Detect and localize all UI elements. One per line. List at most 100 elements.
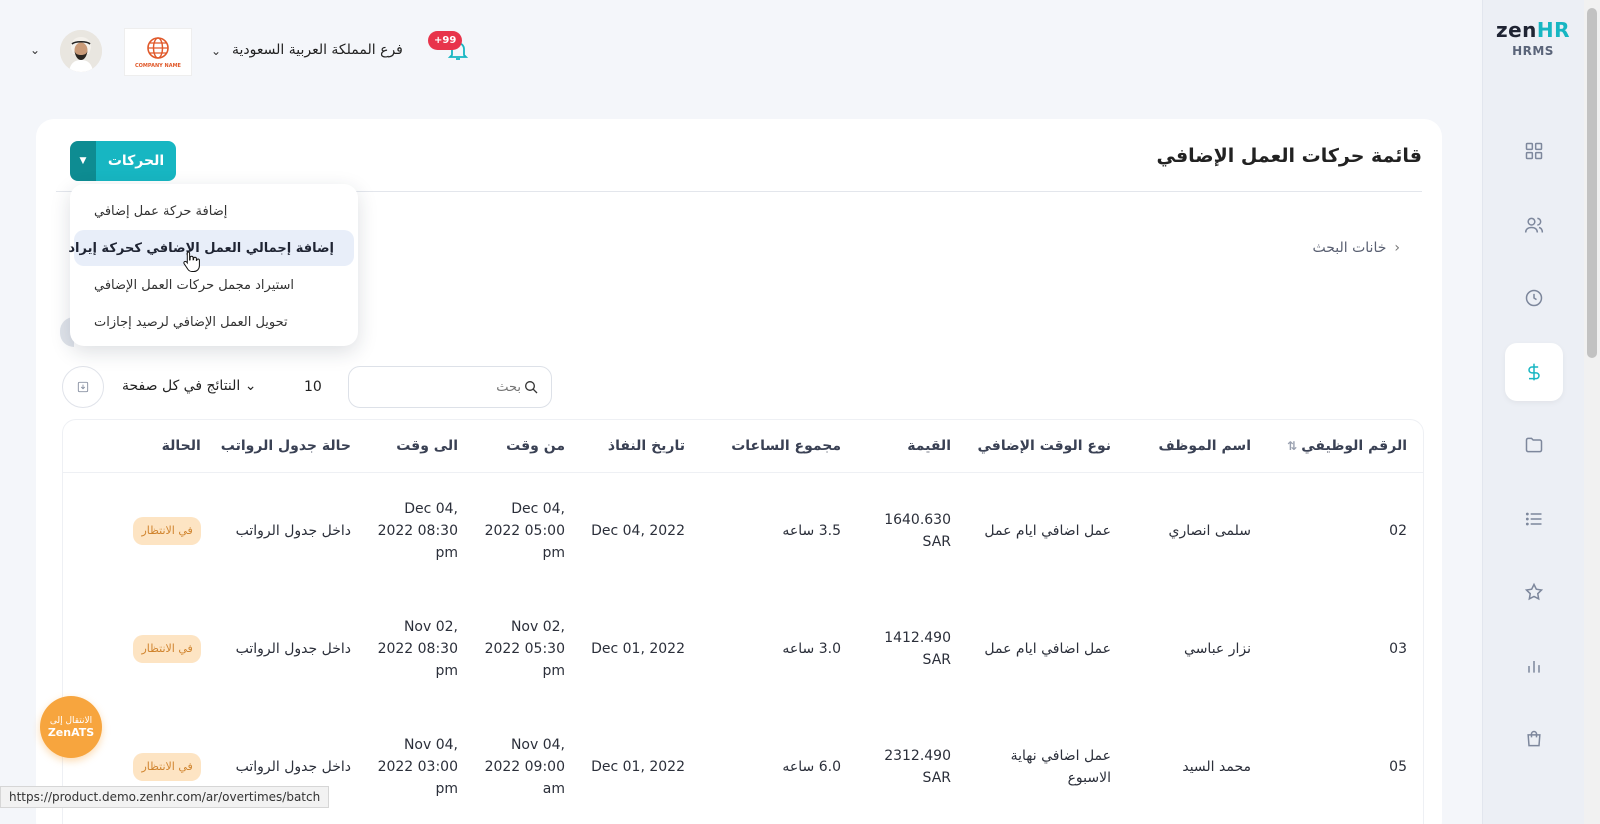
cell-employee-id: 02 <box>1389 523 1407 540</box>
search-box[interactable] <box>348 366 552 408</box>
per-page-value[interactable]: 10 <box>304 379 322 395</box>
branch-chevron-icon[interactable]: ⌄ <box>211 44 221 58</box>
cell-overtime-type: عمل اضافي ايام عمل <box>984 523 1111 540</box>
cell-total-hours: 3.5 ساعه <box>782 523 841 540</box>
scrollbar-thumb[interactable] <box>1587 8 1597 358</box>
hand-cursor-icon <box>183 251 200 272</box>
clock-icon <box>1525 289 1543 307</box>
cell-value: 2312.490 SAR <box>884 748 951 786</box>
cell-overtime-type: عمل اضافي نهاية الاسبوع <box>1010 748 1111 786</box>
cell-effective-date: Dec 04, 2022 <box>591 523 685 540</box>
header-payroll-status: حالة جدول الرواتب <box>210 420 361 473</box>
cell-to-time: Dec 04, 2022 08:30 pm <box>377 501 458 562</box>
cell-total-hours: 6.0 ساعه <box>782 759 841 775</box>
cell-value: 1640.630 SAR <box>884 512 951 551</box>
sidebar-item-employees[interactable] <box>1505 196 1563 254</box>
logo-subtitle: HRMS <box>1512 44 1554 58</box>
dashboard-icon <box>1525 142 1543 160</box>
table-row[interactable]: 03 نزار عباسي عمل اضافي ايام عمل 1412.49… <box>63 590 1423 708</box>
menu-item-add-overtime[interactable]: إضافة حركة عمل إضافي <box>74 193 354 229</box>
star-icon <box>1524 582 1544 601</box>
search-input[interactable] <box>361 367 521 407</box>
user-menu-chevron-icon[interactable]: ⌄ <box>30 43 40 57</box>
header-employee-id-label: الرقم الوظيفي <box>1301 437 1407 454</box>
cell-status: في الانتظار <box>63 472 211 590</box>
cell-to-time: Nov 02, 2022 08:30 pm <box>377 619 458 679</box>
cell-from-time: Nov 04, 2022 09:00 am <box>484 737 565 797</box>
actions-caret-icon[interactable]: ▼ <box>70 141 96 181</box>
header-to-time: الى وقت <box>361 420 468 473</box>
per-page-select[interactable]: النتائج في كل صفحة ⌄ <box>122 378 256 394</box>
header-value: القيمة <box>851 420 961 473</box>
cell-from-time: Nov 02, 2022 05:30 pm <box>484 619 565 679</box>
status-badge: في الانتظار <box>133 635 201 663</box>
zenats-line1: الانتقال إلى <box>49 715 93 726</box>
avatar[interactable] <box>60 30 102 72</box>
actions-button[interactable]: ▼ الحركات <box>70 141 176 181</box>
sidebar-item-lists[interactable] <box>1505 490 1563 548</box>
bar-chart-icon <box>1528 661 1540 673</box>
sidebar-item-attendance[interactable] <box>1505 269 1563 327</box>
export-button[interactable] <box>62 366 104 408</box>
company-logo[interactable]: COMPANY NAME <box>124 28 192 76</box>
page-title: قائمة حركات العمل الإضافي <box>1156 145 1423 167</box>
download-icon <box>77 381 89 393</box>
status-badge: في الانتظار <box>133 753 201 781</box>
header-employee-id[interactable]: الرقم الوظيفي ⇅ <box>1261 420 1423 473</box>
dollar-icon <box>1528 363 1540 381</box>
cell-payroll-status: داخل جدول الرواتب <box>235 523 351 540</box>
table-row[interactable]: 02 سلمى انصاري عمل اضافي ايام عمل 1640.6… <box>63 472 1423 590</box>
zenhr-logo[interactable]: zenHR HRMS <box>1483 18 1583 58</box>
cell-employee-name: سلمى انصاري <box>1168 523 1252 540</box>
sidebar-item-store[interactable] <box>1505 710 1563 768</box>
status-badge: في الانتظار <box>133 517 201 546</box>
cell-to-time: Nov 04, 2022 03:00 pm <box>377 737 458 797</box>
sidebar-item-payroll[interactable] <box>1505 343 1563 401</box>
cell-employee-id: 05 <box>1389 759 1407 775</box>
zenats-shortcut-button[interactable]: الانتقال إلى ZenATS <box>40 696 102 758</box>
actions-dropdown-menu: إضافة حركة عمل إضافي إضافة إجمالي العمل … <box>68 184 358 346</box>
header-overtime-type: نوع الوقت الإضافي <box>961 420 1121 473</box>
sidebar-item-reports[interactable] <box>1505 637 1563 695</box>
cell-from-time: Dec 04, 2022 05:00 pm <box>484 501 565 562</box>
users-icon <box>1524 217 1544 233</box>
folder-icon <box>1525 437 1543 453</box>
header-total-hours: مجموع الساعات <box>695 420 851 473</box>
menu-item-import-overtime[interactable]: استيراد مجمل حركات العمل الإضافي <box>74 267 354 303</box>
status-bar-url: https://product.demo.zenhr.com/ar/overti… <box>0 786 330 808</box>
sidebar-item-dashboard[interactable] <box>1505 122 1563 180</box>
search-fields-toggle[interactable]: خانات البحث › <box>1313 240 1401 256</box>
header-employee-name: اسم الموظف <box>1121 420 1261 473</box>
cell-total-hours: 3.0 ساعه <box>782 641 841 657</box>
search-icon <box>525 381 538 394</box>
list-icon <box>1525 512 1542 526</box>
search-fields-label: خانات البحث <box>1312 240 1387 256</box>
cell-employee-name: محمد السيد <box>1182 759 1251 775</box>
company-logo-text: COMPANY NAME <box>135 63 181 69</box>
notifications-badge: +99 <box>428 31 463 50</box>
overtime-table: الرقم الوظيفي ⇅ اسم الموظف نوع الوقت الإض… <box>62 419 1424 824</box>
cell-effective-date: Dec 01, 2022 <box>591 759 685 775</box>
avatar-image <box>60 30 102 72</box>
sort-icon[interactable]: ⇅ <box>1287 439 1297 453</box>
cell-overtime-type: عمل اضافي ايام عمل <box>984 641 1111 657</box>
cell-value: 1412.490 SAR <box>884 630 951 668</box>
menu-item-convert-overtime-to-leave[interactable]: تحويل العمل الإضافي لرصيد إجازات <box>74 304 354 340</box>
sidebar-item-performance[interactable] <box>1505 563 1563 621</box>
zenats-line2: ZenATS <box>47 725 95 739</box>
table-header-row: الرقم الوظيفي ⇅ اسم الموظف نوع الوقت الإض… <box>63 420 1423 473</box>
scrollbar[interactable] <box>1584 0 1600 824</box>
sidebar: zenHR HRMS <box>1482 0 1600 824</box>
menu-item-add-total-overtime-as-earning[interactable]: إضافة إجمالي العمل الإضافي كحركة إيراد <box>68 230 354 266</box>
cell-effective-date: Dec 01, 2022 <box>591 641 685 657</box>
cell-payroll-status: داخل جدول الرواتب <box>235 641 351 657</box>
branch-selector[interactable]: فرع المملكة العربية السعودية <box>232 42 403 58</box>
globe-icon <box>147 37 169 59</box>
header-effective-date: تاريخ النفاذ <box>575 420 695 473</box>
actions-button-label[interactable]: الحركات <box>96 141 176 181</box>
cell-status: في الانتظار <box>63 590 211 708</box>
sidebar-item-documents[interactable] <box>1505 416 1563 474</box>
cell-employee-name: نزار عباسي <box>1184 641 1251 657</box>
header-from-time: من وقت <box>468 420 575 473</box>
logo-zen-text: zen <box>1495 18 1537 42</box>
